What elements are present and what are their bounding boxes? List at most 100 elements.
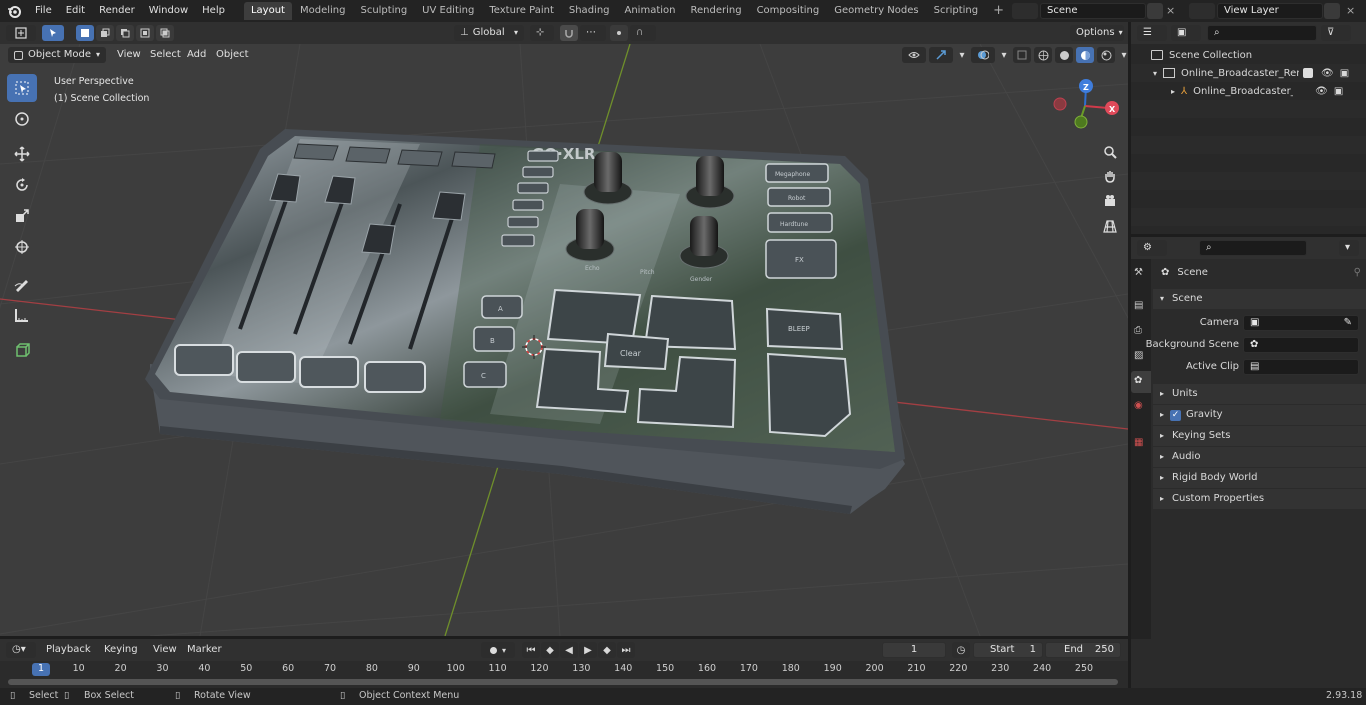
menu-file[interactable]: File [28, 0, 59, 22]
menu-edit[interactable]: Edit [59, 0, 92, 22]
blender-logo-icon[interactable] [0, 4, 28, 18]
timeline-scrollbar[interactable] [8, 679, 1118, 685]
transform-orientation-dropdown[interactable]: ⊥ Global ▾ [454, 25, 524, 41]
timeline-editor-type-icon[interactable]: ◷▾ [6, 642, 36, 658]
pivot-point-icon[interactable]: ⊹ [530, 25, 554, 41]
outliner-row-scene-collection[interactable]: Scene Collection [1131, 46, 1366, 64]
select-box-tool[interactable] [7, 74, 37, 102]
preview-range-icon[interactable]: ◷ [952, 642, 970, 658]
outliner-row-object[interactable]: ▸ ⅄ Online_Broadcaster_Rem 👁 ▣ [1131, 82, 1366, 100]
add-workspace-icon[interactable]: + [986, 2, 1011, 20]
scene-selector-icon[interactable] [1012, 3, 1038, 19]
cursor-tool[interactable] [7, 105, 37, 133]
rigid-body-world-panel-header[interactable]: ▸ Rigid Body World [1153, 468, 1366, 488]
outliner-row-collection[interactable]: ▾ Online_Broadcaster_Remote_ 👁 ▣ [1131, 64, 1366, 82]
zoom-view-icon[interactable] [1098, 142, 1122, 162]
select-subtract-icon[interactable] [116, 25, 134, 41]
gizmo-toggle-icon[interactable] [929, 47, 953, 63]
select-intersect-icon[interactable] [156, 25, 174, 41]
end-frame-field[interactable]: End 250 [1045, 642, 1121, 658]
auto-keying-icon[interactable]: ▾ [481, 642, 515, 658]
timeline-menu-marker[interactable]: Marker [180, 639, 229, 661]
timeline-ruler[interactable]: 1 10 20 30 40 50 60 70 80 90 100 110 120 130 140 150 160… [0, 661, 1128, 688]
properties-editor-type-icon[interactable]: ⚙ [1137, 240, 1167, 256]
chevron-down-icon[interactable]: ▾ [1118, 47, 1130, 63]
new-scene-icon[interactable] [1147, 3, 1163, 19]
properties-search-input[interactable]: ⌕ [1199, 240, 1307, 256]
close-scene-icon[interactable]: × [1166, 3, 1180, 19]
camera-icon[interactable]: ▣ [1340, 68, 1349, 79]
view-layer-tab-icon[interactable]: ▨ [1134, 350, 1143, 361]
options-dropdown[interactable]: Options ▾ [1070, 25, 1124, 41]
tab-modeling[interactable]: Modeling [293, 2, 353, 20]
gravity-panel-header[interactable]: ▸ ✓ Gravity [1153, 405, 1366, 425]
scale-tool[interactable] [7, 202, 37, 230]
tab-rendering[interactable]: Rendering [683, 2, 748, 20]
editor-type-icon[interactable] [6, 25, 36, 41]
keying-sets-panel-header[interactable]: ▸ Keying Sets [1153, 426, 1366, 446]
tab-sculpting[interactable]: Sculpting [353, 2, 414, 20]
jump-end-icon[interactable]: ⏭ [617, 642, 635, 658]
texture-tab-icon[interactable]: ▦ [1134, 437, 1143, 448]
wireframe-shading-icon[interactable] [1034, 47, 1052, 63]
render-tab-icon[interactable]: ▤ [1134, 300, 1143, 311]
jump-start-icon[interactable]: ⏮ [522, 642, 540, 658]
tab-layout[interactable]: Layout [243, 2, 292, 20]
timeline-menu-view[interactable]: View [146, 639, 184, 661]
camera-icon[interactable]: ▣ [1334, 86, 1343, 97]
visibility-icon[interactable] [902, 47, 926, 63]
chevron-down-icon[interactable]: ▾ [1339, 240, 1359, 256]
object-mode-dropdown[interactable]: Object Mode ▾ [8, 47, 106, 63]
current-frame-field[interactable]: 1 [882, 642, 946, 658]
scene-panel-header[interactable]: ▾ Scene [1153, 289, 1366, 309]
active-clip-field[interactable]: ▤ [1243, 359, 1359, 375]
material-preview-icon[interactable] [1076, 47, 1094, 63]
tab-uv-editing[interactable]: UV Editing [415, 2, 481, 20]
pan-view-icon[interactable] [1098, 166, 1122, 186]
jump-keyframe-back-icon[interactable]: ◆ [541, 642, 559, 658]
tab-animation[interactable]: Animation [618, 2, 683, 20]
tab-texture-paint[interactable]: Texture Paint [482, 2, 561, 20]
output-tab-icon[interactable]: ⎙ [1134, 325, 1142, 336]
annotate-tool[interactable] [7, 270, 37, 298]
move-tool[interactable] [7, 140, 37, 168]
view-layer-selector-icon[interactable] [1189, 3, 1215, 19]
xray-toggle-icon[interactable] [1013, 47, 1031, 63]
display-mode-icon[interactable]: ▣ [1171, 25, 1201, 41]
camera-field[interactable]: ▣ ✎ [1243, 315, 1359, 331]
audio-panel-header[interactable]: ▸ Audio [1153, 447, 1366, 467]
snap-toggle-icon[interactable] [560, 25, 578, 41]
play-icon[interactable]: ▶ [579, 642, 597, 658]
select-tool-icon[interactable] [42, 25, 64, 41]
view-layer-field[interactable]: View Layer [1217, 3, 1323, 19]
select-new-icon[interactable] [76, 25, 94, 41]
units-panel-header[interactable]: ▸ Units [1153, 384, 1366, 404]
eyedropper-icon[interactable]: ✎ [1344, 316, 1352, 330]
rotate-tool[interactable] [7, 171, 37, 199]
outliner-search-input[interactable]: ⌕ [1207, 25, 1317, 41]
world-tab-icon[interactable]: ◉ [1134, 400, 1143, 411]
select-extend-icon[interactable] [96, 25, 114, 41]
falloff-icon[interactable]: ∩ [630, 25, 656, 41]
3d-viewport[interactable]: GO·XLR Echo Pitch Gender Megaphone Robot… [0, 44, 1128, 636]
tab-shading[interactable]: Shading [562, 2, 617, 20]
playback-dropdown[interactable]: Playback ▾ [40, 642, 96, 670]
chevron-down-icon[interactable]: ▾ [998, 47, 1010, 63]
close-view-layer-icon[interactable]: × [1346, 3, 1360, 19]
scene-tab-icon[interactable]: ✿ [1134, 375, 1142, 386]
pin-icon[interactable]: ⚲ [1354, 263, 1361, 283]
rendered-shading-icon[interactable] [1097, 47, 1115, 63]
eye-icon[interactable]: 👁 [1315, 86, 1328, 97]
select-invert-icon[interactable] [136, 25, 154, 41]
proportional-edit-icon[interactable] [610, 25, 628, 41]
menu-render[interactable]: Render [92, 0, 142, 22]
overlays-icon[interactable] [971, 47, 995, 63]
viewport-menu-object[interactable]: Object [209, 44, 256, 66]
filter-icon[interactable]: ⊽ [1321, 25, 1351, 41]
perspective-toggle-icon[interactable] [1098, 216, 1122, 236]
menu-window[interactable]: Window [142, 0, 195, 22]
add-cube-tool[interactable] [7, 336, 37, 364]
measure-tool[interactable] [7, 301, 37, 329]
tool-tab-icon[interactable]: ⚒ [1134, 267, 1143, 278]
keying-dropdown[interactable]: Keying ▾ [98, 642, 146, 670]
